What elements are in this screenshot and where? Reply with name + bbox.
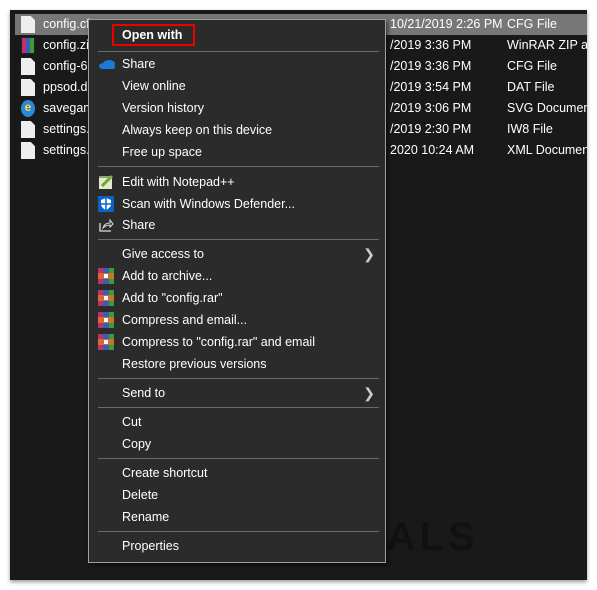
menu-separator xyxy=(98,166,379,167)
chevron-right-icon: ❯ xyxy=(363,385,375,401)
file-icon xyxy=(21,79,35,96)
winrar-icon xyxy=(21,37,35,54)
menu-item-free-up-space[interactable]: Free up space xyxy=(89,141,385,163)
menu-item-label: Cut xyxy=(122,415,142,429)
menu-item-compress-and-email[interactable]: Compress and email... xyxy=(89,309,385,331)
menu-separator xyxy=(98,378,379,379)
menu-separator xyxy=(98,239,379,240)
menu-item-label: Version history xyxy=(122,101,204,115)
menu-item-label: Always keep on this device xyxy=(122,123,273,137)
context-menu: Open with Share View online Version histor… xyxy=(88,19,386,563)
menu-item-scan-with-windows-defender[interactable]: Scan with Windows Defender... xyxy=(89,193,385,215)
file-date: /2019 3:06 PM xyxy=(390,101,472,115)
menu-item-label: Share xyxy=(122,218,156,232)
menu-item-label: Properties xyxy=(122,539,179,553)
file-type: CFG File xyxy=(507,59,557,73)
menu-item-view-online[interactable]: View online xyxy=(89,75,385,97)
menu-item-label: Edit with Notepad++ xyxy=(122,175,235,189)
file-date: /2019 3:36 PM xyxy=(390,38,472,52)
menu-separator xyxy=(98,531,379,532)
menu-item-label: Give access to xyxy=(122,247,204,261)
menu-item-compress-to-config-rar-and-email[interactable]: Compress to "config.rar" and email xyxy=(89,331,385,353)
menu-item-restore-previous-versions[interactable]: Restore previous versions xyxy=(89,353,385,375)
file-type: CFG File xyxy=(507,17,557,31)
menu-item-copy[interactable]: Copy xyxy=(89,433,385,455)
menu-item-share[interactable]: Share xyxy=(89,214,385,236)
menu-item-label: Compress and email... xyxy=(122,313,248,327)
menu-item-label: Restore previous versions xyxy=(122,357,267,371)
menu-item-properties[interactable]: Properties xyxy=(89,535,385,557)
file-icon xyxy=(21,142,35,159)
highlight-box xyxy=(112,24,195,46)
defender-icon xyxy=(98,196,114,212)
menu-separator xyxy=(98,458,379,459)
menu-item-label: Compress to "config.rar" and email xyxy=(122,335,315,349)
file-type: XML Document xyxy=(507,143,587,157)
menu-item-label: Free up space xyxy=(122,145,202,159)
file-date: 2020 10:24 AM xyxy=(390,143,475,157)
menu-item-label: Scan with Windows Defender... xyxy=(122,197,295,211)
menu-item-label: Share xyxy=(122,57,156,71)
menu-item-add-to-archive[interactable]: Add to archive... xyxy=(89,265,385,287)
file-type: SVG Document xyxy=(507,101,587,115)
onedrive-icon xyxy=(98,56,115,72)
file-type: WinRAR ZIP archive xyxy=(507,38,587,52)
menu-item-add-to-config-rar[interactable]: Add to "config.rar" xyxy=(89,287,385,309)
menu-item-always-keep-on-this-device[interactable]: Always keep on this device xyxy=(89,119,385,141)
file-date: 10/21/2019 2:26 PM xyxy=(390,17,503,31)
winrar-icon xyxy=(98,312,114,328)
file-date: /2019 3:36 PM xyxy=(390,59,472,73)
winrar-icon xyxy=(98,268,114,284)
menu-item-create-shortcut[interactable]: Create shortcut xyxy=(89,462,385,484)
menu-item-label: Rename xyxy=(122,510,170,524)
file-type: IW8 File xyxy=(507,122,553,136)
menu-item-cut[interactable]: Cut xyxy=(89,411,385,433)
internet-explorer-icon: e xyxy=(21,100,35,117)
menu-item-label: Copy xyxy=(122,437,152,451)
menu-separator xyxy=(98,407,379,408)
file-date: /2019 3:54 PM xyxy=(390,80,472,94)
menu-item-rename[interactable]: Rename xyxy=(89,506,385,528)
menu-item-label: Add to "config.rar" xyxy=(122,291,223,305)
file-date: /2019 2:30 PM xyxy=(390,122,472,136)
menu-item-version-history[interactable]: Version history xyxy=(89,97,385,119)
chevron-right-icon: ❯ xyxy=(363,246,375,262)
share-icon xyxy=(98,217,114,233)
menu-item-delete[interactable]: Delete xyxy=(89,484,385,506)
menu-item-label: Send to xyxy=(122,386,166,400)
winrar-icon xyxy=(98,334,114,350)
file-type: DAT File xyxy=(507,80,555,94)
file-icon xyxy=(21,58,35,75)
notepadpp-icon xyxy=(98,174,114,190)
menu-item-edit-with-notepad[interactable]: Edit with Notepad++ xyxy=(89,171,385,193)
menu-item-give-access-to[interactable]: Give access to ❯ xyxy=(89,243,385,265)
file-icon xyxy=(21,16,35,33)
winrar-icon xyxy=(98,290,114,306)
file-icon xyxy=(21,121,35,138)
menu-item-label: View online xyxy=(122,79,186,93)
menu-item-label: Create shortcut xyxy=(122,466,208,480)
menu-item-share[interactable]: Share xyxy=(89,53,385,75)
menu-item-label: Delete xyxy=(122,488,159,502)
menu-item-send-to[interactable]: Send to ❯ xyxy=(89,382,385,404)
menu-separator xyxy=(98,51,379,52)
menu-item-label: Add to archive... xyxy=(122,269,213,283)
